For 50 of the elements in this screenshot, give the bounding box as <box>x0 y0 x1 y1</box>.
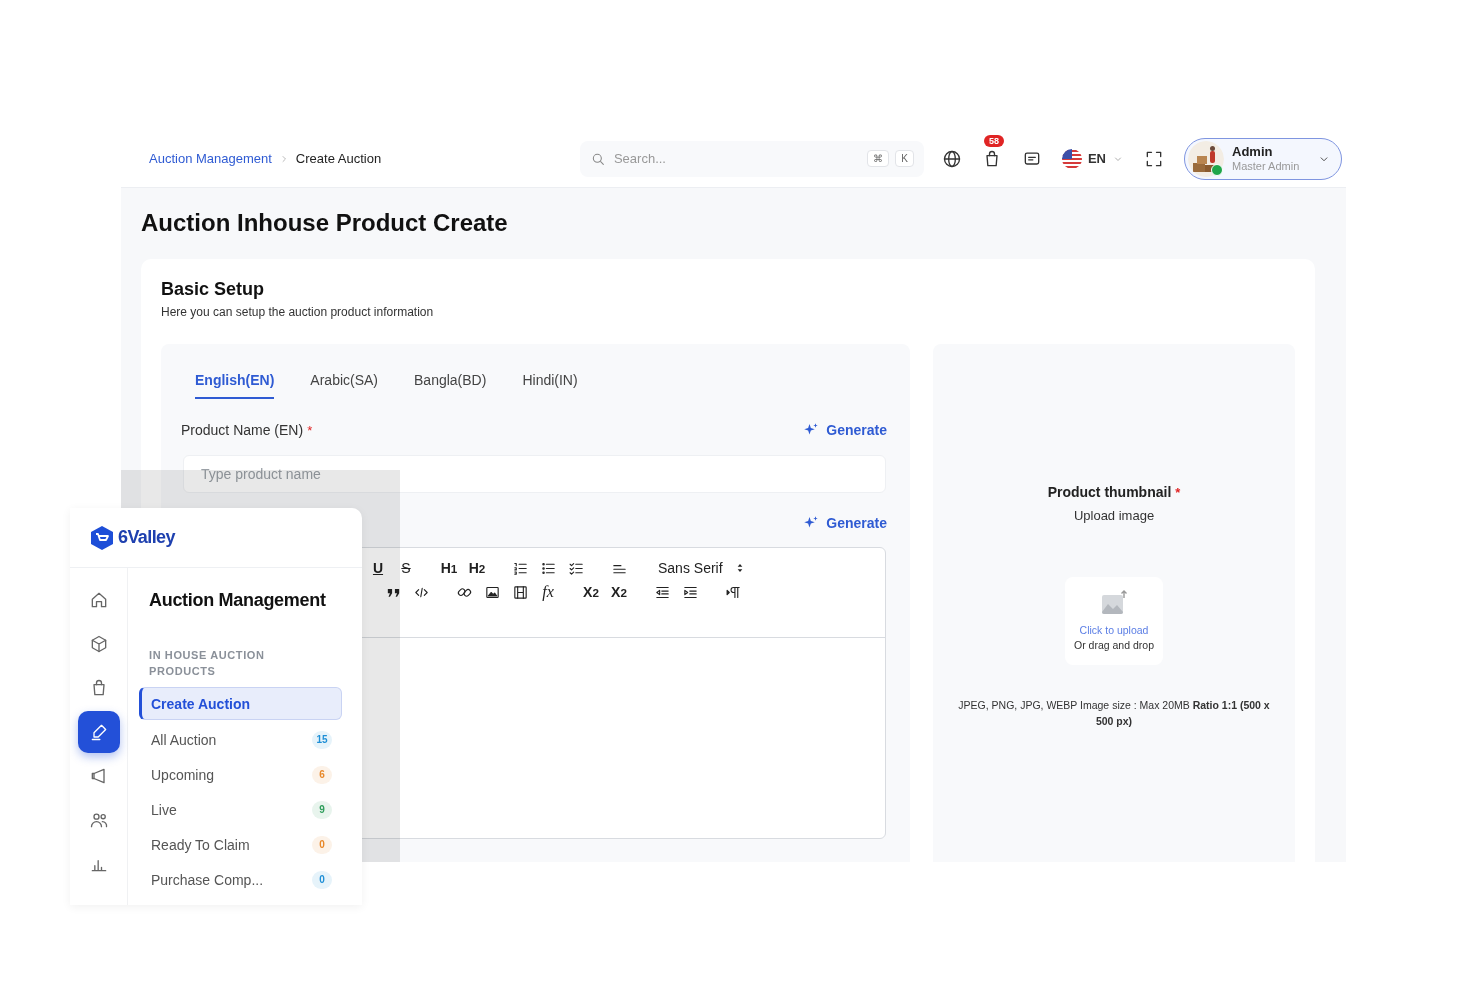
shortcut-key: ⌘ <box>867 150 890 167</box>
generate-button[interactable]: Generate <box>802 513 887 533</box>
notification-badge: 58 <box>983 134 1004 147</box>
breadcrumb-current: Create Auction <box>295 151 382 166</box>
count-badge: 6 <box>312 765 332 784</box>
breadcrumb-link[interactable]: Auction Management <box>149 151 272 166</box>
section-subtitle: Here you can setup the auction product information <box>161 304 435 320</box>
nav-rail-button[interactable] <box>77 711 120 753</box>
profile-menu[interactable]: Admin Master Admin <box>1184 137 1342 180</box>
menu-item-label: Purchase Comp... <box>151 871 264 888</box>
field-label: Product Name (EN) * <box>181 422 313 438</box>
generate-button[interactable]: Generate <box>802 421 887 439</box>
language-tab[interactable]: Arabic(SA) <box>310 370 379 399</box>
menu-item-label: Ready To Claim <box>151 836 250 853</box>
count-badge: 0 <box>312 870 332 889</box>
image-upload-icon <box>1100 589 1128 617</box>
menu-item-label: Live <box>151 801 177 818</box>
search-bar[interactable]: Search... ⌘ K <box>579 140 924 177</box>
menu-item[interactable]: Purchase Comp... 0 <box>139 862 342 897</box>
formula-button[interactable]: fx <box>534 580 562 604</box>
strikethrough-button[interactable]: S <box>392 556 420 580</box>
font-select[interactable]: Sans Serif <box>658 556 747 580</box>
language-tab[interactable]: Hindi(IN) <box>522 370 578 399</box>
count-badge: 15 <box>312 730 332 749</box>
video-icon <box>511 583 529 601</box>
upload-hint: Or drag and drop <box>1074 638 1154 653</box>
count-badge: 9 <box>312 800 332 819</box>
count-badge: 0 <box>312 835 332 854</box>
language-select[interactable]: EN <box>1061 148 1124 169</box>
language-tab[interactable]: Bangla(BD) <box>414 370 487 399</box>
user-name: Admin <box>1232 143 1274 160</box>
page-title: Auction Inhouse Product Create <box>141 208 509 238</box>
menu-item[interactable]: Create Auction <box>139 687 342 720</box>
globe-button[interactable] <box>941 148 962 169</box>
language-tab[interactable]: English(EN) <box>195 370 275 399</box>
search-field[interactable]: Search... <box>611 150 862 167</box>
section-title: Basic Setup <box>161 278 266 301</box>
product-name-field[interactable]: Type product name <box>183 455 886 493</box>
upload-link[interactable]: Click to upload <box>1079 623 1149 638</box>
upload-dropzone[interactable]: Click to upload Or drag and drop <box>1065 577 1163 665</box>
field-label: Product thumbnail * <box>1047 483 1181 502</box>
logo-icon <box>90 524 114 551</box>
shortcut-key: K <box>895 150 914 167</box>
underline-button[interactable]: U <box>364 556 392 580</box>
field-subtitle: Upload image <box>1073 508 1155 524</box>
flag-icon <box>1061 148 1082 169</box>
upload-requirements: JPEG, PNG, JPG, WEBP Image size : Max 20MB Ratio 1:1 (500 x 500 px) <box>957 698 1271 729</box>
globe-icon <box>941 148 962 169</box>
user-role: Master Admin <box>1232 159 1301 174</box>
brand-name: 6Valley <box>118 527 175 548</box>
